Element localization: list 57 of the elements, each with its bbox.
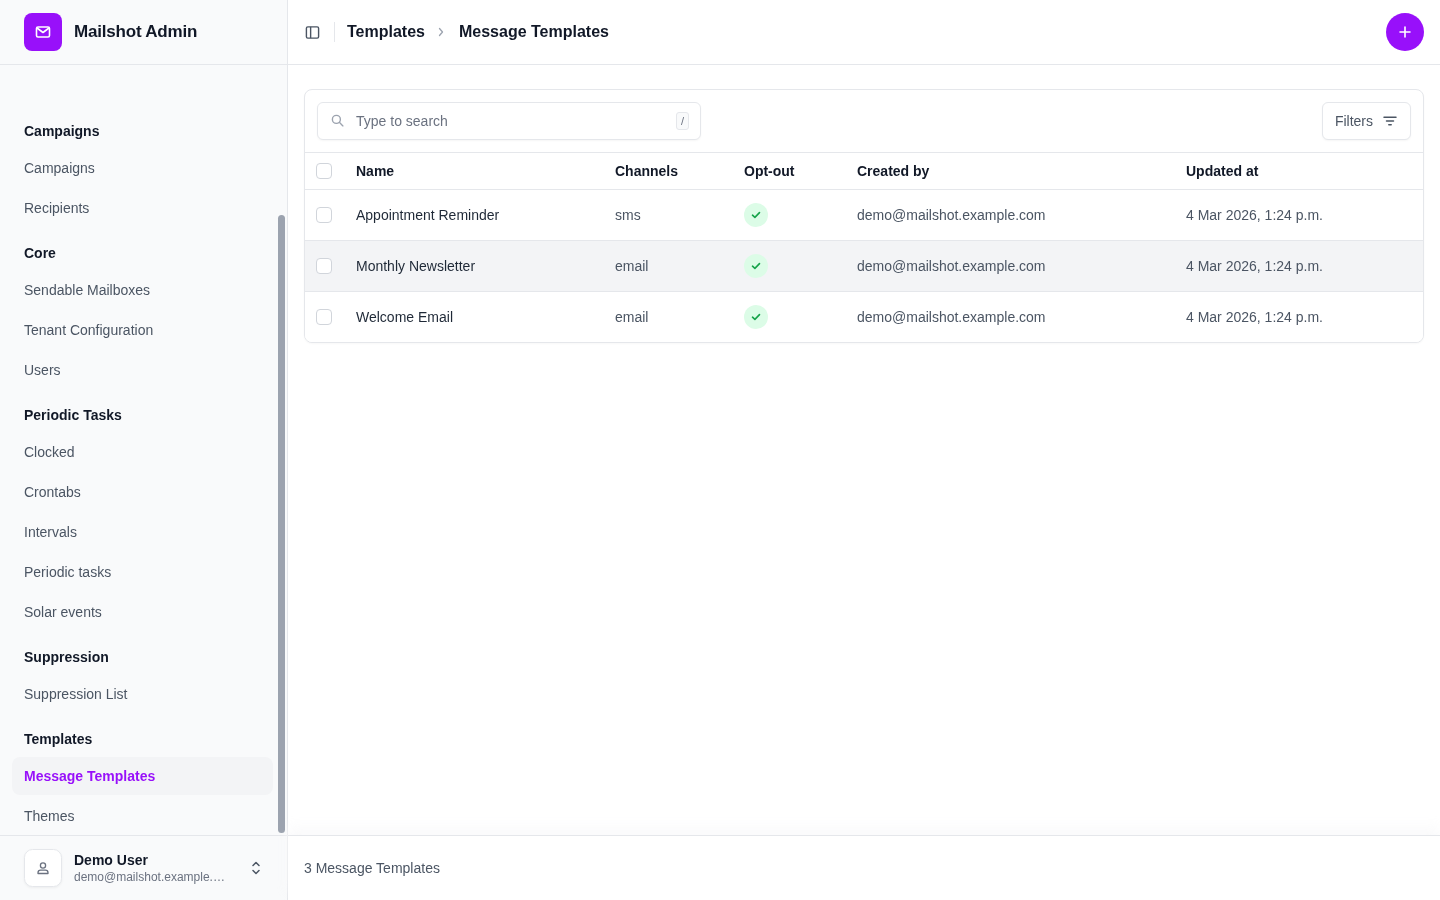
nav-item[interactable]: Clocked xyxy=(12,433,273,471)
row-checkbox[interactable] xyxy=(316,207,332,223)
nav-item[interactable]: Users xyxy=(12,351,273,389)
nav-item[interactable]: Solar events xyxy=(12,593,273,631)
column-header: Channels xyxy=(615,163,679,179)
user-email: demo@mailshot.example.… xyxy=(74,869,226,885)
app-title: Mailshot Admin xyxy=(74,22,198,42)
record-count: 3 Message Templates xyxy=(304,860,440,876)
filter-icon xyxy=(1383,116,1397,126)
column-header: Updated at xyxy=(1186,163,1260,179)
table-cell: Appointment Reminder xyxy=(356,207,500,223)
nav-item[interactable]: Crontabs xyxy=(12,473,273,511)
column-header: Created by xyxy=(857,163,931,179)
table-cell: email xyxy=(615,258,649,274)
user-name: Demo User xyxy=(74,851,149,869)
add-button[interactable] xyxy=(1386,13,1424,51)
page-title: Message Templates xyxy=(458,23,609,41)
scrollbar-thumb[interactable] xyxy=(278,215,285,833)
nav-section-heading: Suppression xyxy=(23,648,110,667)
nav-item[interactable]: Message Templates xyxy=(12,757,273,795)
nav-item[interactable]: Periodic tasks xyxy=(12,553,273,591)
nav-section-heading: Templates xyxy=(23,730,94,749)
nav-item[interactable]: Tenant Configuration xyxy=(12,311,273,349)
table-cell: 4 Mar 2026, 1:24 p.m. xyxy=(1186,258,1323,274)
nav-item[interactable]: Themes xyxy=(12,797,273,835)
row-checkbox[interactable] xyxy=(316,309,332,325)
table-cell: 4 Mar 2026, 1:24 p.m. xyxy=(1186,207,1323,223)
table-cell: sms xyxy=(615,207,641,223)
user-avatar-icon xyxy=(24,849,62,887)
nav-item[interactable]: Intervals xyxy=(12,513,273,551)
table-row[interactable]: Monthly Newsletter email demo@mailshot.example.com 4 Mar 2026, 1:24 p.m. xyxy=(305,241,1423,292)
nav-item[interactable]: Recipients xyxy=(12,189,273,227)
table-cell: demo@mailshot.example.com xyxy=(857,258,1046,274)
table-cell: email xyxy=(615,309,649,325)
table-cell: demo@mailshot.example.com xyxy=(857,309,1046,325)
nav-item[interactable]: Sendable Mailboxes xyxy=(12,271,273,309)
breadcrumb-link[interactable]: Templates xyxy=(347,23,425,41)
chevron-up-down-icon[interactable] xyxy=(251,860,261,876)
table-cell: Welcome Email xyxy=(356,309,453,325)
nav-section-heading: Core xyxy=(23,244,57,263)
select-all-checkbox[interactable] xyxy=(316,163,332,179)
column-header: Name xyxy=(356,163,396,179)
envelope-logo-icon xyxy=(24,13,62,51)
sidebar-toggle-icon[interactable] xyxy=(305,24,320,40)
row-checkbox[interactable] xyxy=(316,258,332,274)
table-cell: 4 Mar 2026, 1:24 p.m. xyxy=(1186,309,1323,325)
nav-section-heading: Campaigns xyxy=(23,122,101,141)
table-cell: demo@mailshot.example.com xyxy=(857,207,1046,223)
chevron-right-icon xyxy=(437,27,444,37)
column-header: Opt-out xyxy=(744,163,796,179)
search-icon xyxy=(331,114,344,127)
nav-item[interactable]: Suppression List xyxy=(12,675,273,713)
nav-item[interactable]: Campaigns xyxy=(12,149,273,187)
nav-section-heading: Periodic Tasks xyxy=(23,406,123,425)
table-cell: Monthly Newsletter xyxy=(356,258,476,274)
plus-icon xyxy=(1399,26,1411,38)
filters-button[interactable]: Filters xyxy=(1321,102,1411,140)
